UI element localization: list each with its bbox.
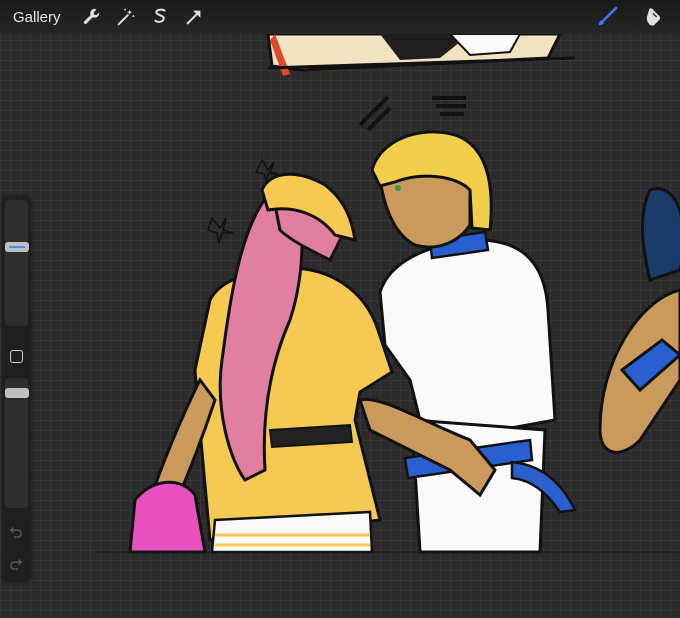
brush-size-slider[interactable] — [5, 200, 28, 326]
top-toolbar: Gallery — [0, 0, 680, 34]
right-tool-group — [592, 0, 668, 34]
opacity-thumb[interactable] — [5, 388, 29, 398]
magic-wand-icon[interactable] — [109, 0, 143, 34]
gallery-button[interactable]: Gallery — [13, 9, 61, 26]
brush-icon[interactable] — [592, 2, 622, 32]
smudge-icon[interactable] — [638, 2, 668, 32]
canvas-artwork[interactable] — [0, 34, 680, 618]
brush-size-thumb[interactable] — [5, 242, 29, 252]
selection-icon[interactable] — [143, 0, 177, 34]
undo-icon[interactable] — [9, 524, 23, 538]
transform-arrow-icon[interactable] — [177, 0, 211, 34]
sidebar-controls — [2, 196, 31, 582]
redo-icon[interactable] — [9, 556, 23, 570]
wrench-icon[interactable] — [75, 0, 109, 34]
modify-button[interactable] — [10, 350, 23, 363]
